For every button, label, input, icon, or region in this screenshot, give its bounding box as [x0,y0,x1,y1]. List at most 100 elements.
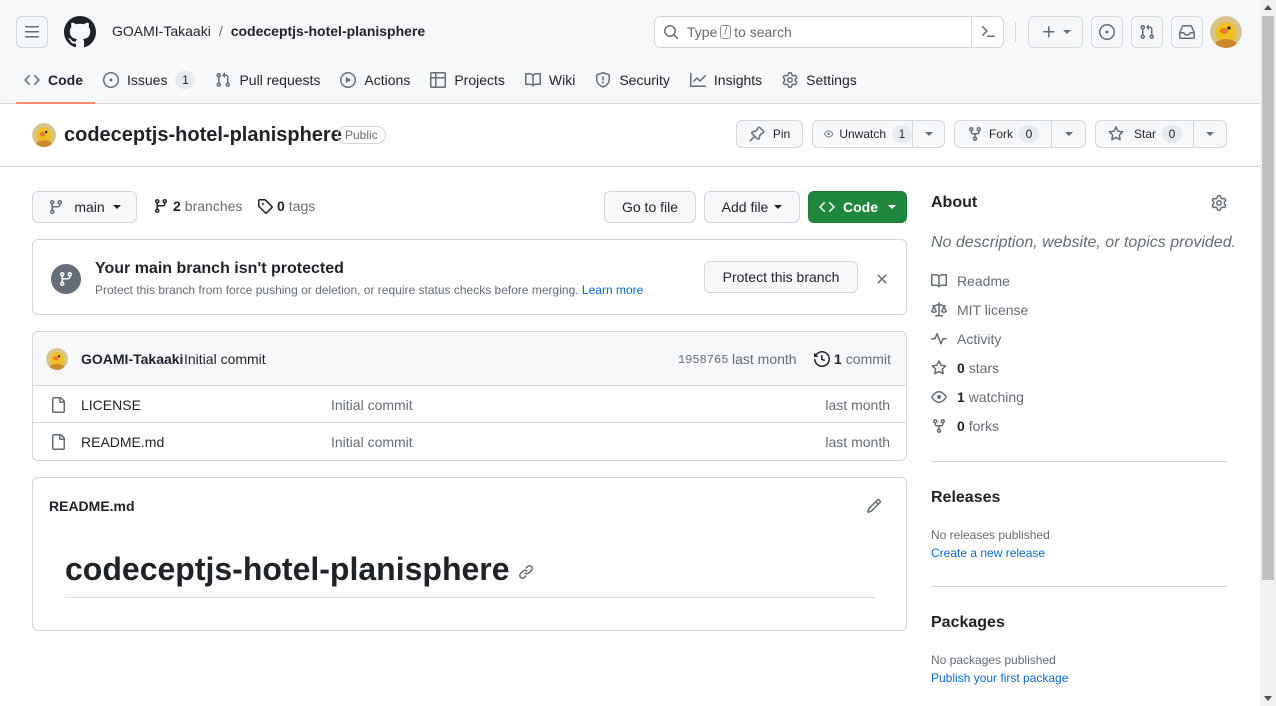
pull-requests-button[interactable] [1131,16,1163,48]
scroll-up-arrow-icon[interactable] [1264,5,1272,10]
watching-link[interactable]: 1 watching [931,389,1024,405]
branches-link[interactable]: 2 branches [153,198,242,214]
readme-filename[interactable]: README.md [49,498,135,514]
commit-sha[interactable]: 1958765 [678,353,728,367]
issues-button[interactable] [1091,16,1123,48]
eye-icon [824,130,834,138]
latest-commit-row: GOAMI-Takaaki Initial commit 1958765 las… [33,332,906,386]
stars-link[interactable]: 0 stars [931,360,999,376]
code-button-label: Code [843,199,878,215]
create-release-link[interactable]: Create a new release [931,546,1045,560]
edit-about-button[interactable] [1211,195,1227,211]
inbox-button[interactable] [1171,16,1203,48]
owner-avatar[interactable] [32,123,56,147]
go-to-file-label: Go to file [621,199,679,215]
commits-link[interactable]: 1 commit [814,351,891,367]
star-button[interactable]: Star 0 [1095,120,1194,148]
fork-dropdown-button[interactable] [1051,120,1086,148]
tab-pull-requests[interactable]: Pull requests [207,64,332,96]
pin-button[interactable]: Pin [736,120,803,148]
file-row[interactable]: README.md Initial commit last month [33,423,906,460]
readme-panel: README.md codeceptjs-hotel-planisphere [32,477,907,631]
github-logo-icon[interactable] [64,16,96,48]
readme-link[interactable]: Readme [931,273,1010,289]
breadcrumb-repo[interactable]: codeceptjs-hotel-planisphere [231,23,425,39]
file-name[interactable]: README.md [81,434,164,450]
tab-wiki[interactable]: Wiki [517,64,587,96]
forks-link[interactable]: 0 forks [931,418,999,434]
watch-counter: 1 [892,125,912,143]
forks-count: 0 [957,418,965,434]
tab-pull-requests-label: Pull requests [239,72,321,88]
file-row[interactable]: LICENSE Initial commit last month [33,386,906,423]
publish-package-link[interactable]: Publish your first package [931,671,1068,685]
command-palette-button[interactable] [971,17,1003,47]
user-avatar[interactable] [1210,16,1242,48]
commit-count: 1 [834,351,842,367]
pull-request-icon [216,72,231,88]
add-file-button[interactable]: Add file [704,191,800,223]
activity-link[interactable]: Activity [931,331,1001,347]
stars-label: stars [968,360,1000,376]
tags-label: tags [288,198,316,214]
file-commit-message[interactable]: Initial commit [331,397,413,413]
watch-dropdown-button[interactable] [912,120,945,148]
breadcrumb: GOAMI-Takaaki / codeceptjs-hotel-planisp… [112,23,425,39]
breadcrumb-separator: / [218,23,223,39]
git-branch-icon [50,200,63,215]
readme-heading-block: codeceptjs-hotel-planisphere [65,550,875,598]
dismiss-button[interactable] [874,271,890,287]
create-new-button[interactable] [1028,16,1083,48]
fork-button[interactable]: Fork 0 [954,120,1052,148]
packages-title[interactable]: Packages [931,614,1005,632]
table-icon [430,72,447,88]
link-icon[interactable] [518,564,534,580]
page-scrollbar[interactable] [1260,0,1276,706]
edit-readme-button[interactable] [866,498,882,514]
tab-security[interactable]: Security [587,64,682,96]
unwatch-button[interactable]: Unwatch 1 [812,120,913,148]
commit-message[interactable]: Initial commit [184,351,266,367]
commit-author[interactable]: GOAMI-Takaaki [81,351,183,367]
pulse-icon [931,333,947,345]
book-icon [524,72,541,87]
tab-actions[interactable]: Actions [332,64,422,96]
scrollbar-thumb[interactable] [1262,16,1274,580]
protect-branch-button[interactable]: Protect this branch [704,261,858,293]
watching-label: watching [968,389,1024,405]
repo-name[interactable]: codeceptjs-hotel-planisphere [64,124,342,147]
file-name[interactable]: LICENSE [81,397,141,413]
tab-insights-label: Insights [713,72,763,88]
branches-count: 2 [173,198,181,214]
search-input[interactable]: Type / to search [654,16,1004,48]
breadcrumb-owner[interactable]: GOAMI-Takaaki [112,23,211,39]
header-divider [1015,22,1016,42]
commit-count-label: commit [845,351,891,367]
tab-code[interactable]: Code [16,64,95,104]
pin-icon [749,126,765,142]
graph-icon [689,73,706,87]
chevron-down-icon [112,205,121,209]
tab-insights[interactable]: Insights [682,64,774,96]
releases-title[interactable]: Releases [931,489,1000,507]
code-dropdown-button[interactable]: Code [808,191,907,223]
file-commit-message[interactable]: Initial commit [331,434,413,450]
file-time: last month [825,397,890,413]
license-link[interactable]: MIT license [931,302,1028,318]
chevron-down-icon [1064,132,1073,136]
tab-issues[interactable]: Issues 1 [95,64,207,96]
tags-link[interactable]: 0 tags [257,198,315,214]
scroll-down-arrow-icon[interactable] [1264,696,1272,701]
menu-button[interactable] [16,16,48,48]
commit-author-avatar[interactable] [46,348,68,370]
tab-projects[interactable]: Projects [422,64,517,96]
tab-settings[interactable]: Settings [774,64,869,96]
star-dropdown-button[interactable] [1193,120,1227,148]
fork-counter: 0 [1019,125,1039,143]
chevron-down-icon [888,205,896,209]
repo-forked-icon [969,127,981,142]
go-to-file-button[interactable]: Go to file [604,191,696,223]
branch-selector[interactable]: main [32,191,137,223]
close-icon [877,274,887,284]
learn-more-link[interactable]: Learn more [582,283,643,297]
